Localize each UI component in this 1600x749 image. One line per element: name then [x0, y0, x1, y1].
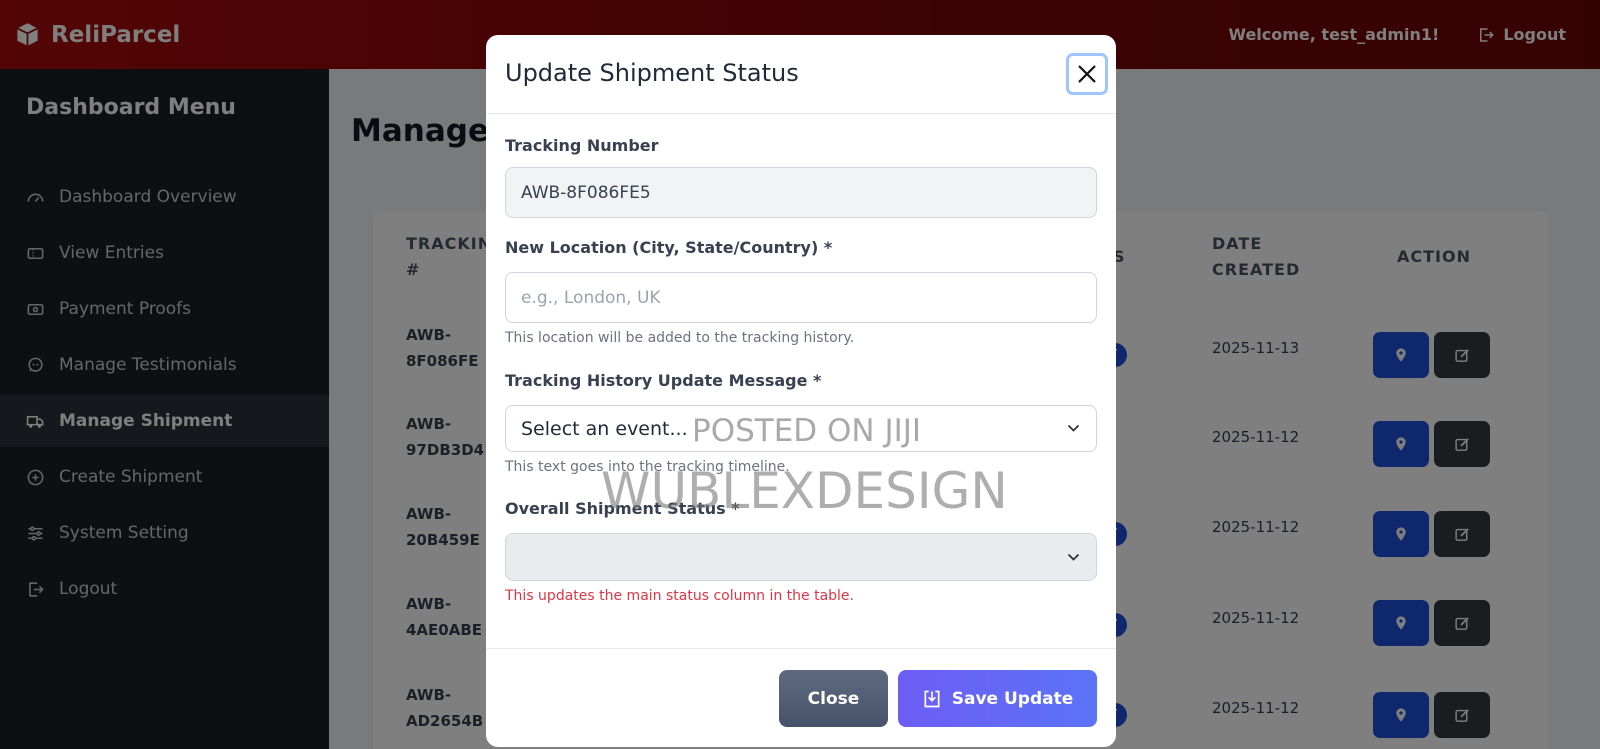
close-icon [1078, 65, 1096, 83]
download-box-icon [924, 690, 940, 707]
new-location-label: New Location (City, State/Country) * [505, 238, 833, 257]
watermark-brand: WUBLEXDESIGN [601, 462, 1008, 520]
chevron-down-icon [1067, 424, 1080, 432]
modal-close-button[interactable] [1066, 53, 1108, 95]
close-button[interactable]: Close [779, 670, 888, 727]
overall-status-help: This updates the main status column in t… [505, 588, 854, 604]
update-message-label: Tracking History Update Message * [505, 371, 822, 390]
chevron-down-icon [1067, 553, 1080, 561]
new-location-input[interactable]: e.g., London, UK [505, 272, 1097, 323]
modal-header: Update Shipment Status [486, 35, 1116, 114]
save-update-label: Save Update [951, 688, 1074, 709]
update-shipment-modal: Update Shipment Status Tracking Number A… [486, 35, 1116, 747]
overall-status-select[interactable] [505, 533, 1097, 581]
tracking-number-label: Tracking Number [505, 136, 659, 155]
new-location-placeholder: e.g., London, UK [521, 287, 661, 308]
tracking-number-field[interactable]: AWB-8F086FE5 [505, 167, 1097, 218]
save-update-button[interactable]: Save Update [898, 670, 1097, 727]
modal-title: Update Shipment Status [505, 59, 799, 87]
watermark-posted: POSTED ON JIJI [692, 413, 922, 449]
update-message-selected: Select an event... [521, 417, 688, 440]
new-location-help: This location will be added to the track… [505, 330, 855, 346]
